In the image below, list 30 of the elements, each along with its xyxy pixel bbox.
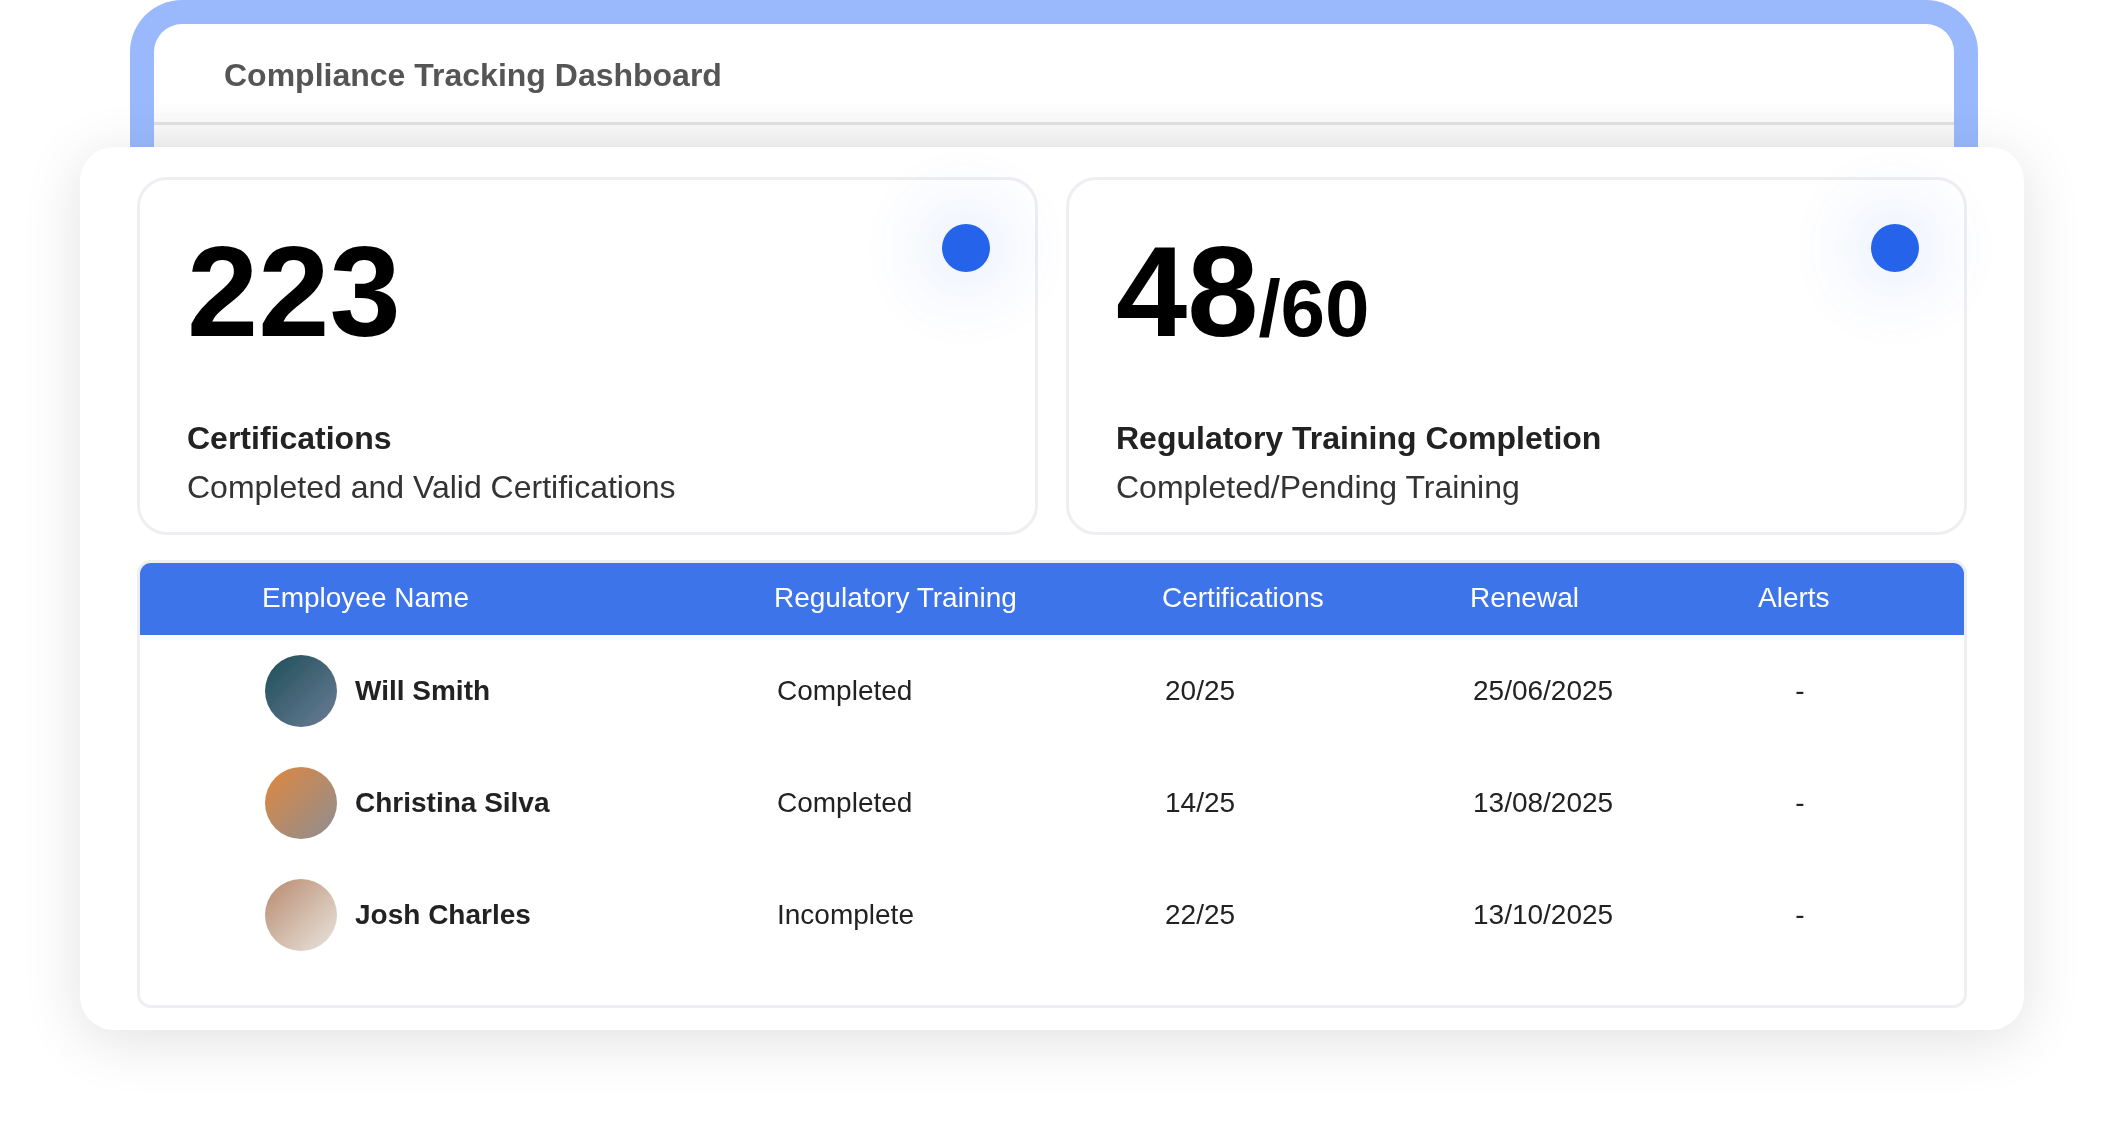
column-header: Renewal <box>1470 581 1580 614</box>
table-cell-text: - <box>1794 787 1806 819</box>
column-header: Regulatory Training <box>774 581 1018 614</box>
table-cell-text: - <box>1794 675 1806 707</box>
status-dot <box>1871 224 1919 272</box>
table-cell-text: - <box>1794 899 1806 931</box>
table-cell-text: 14/25 <box>1165 787 1237 819</box>
stat-value: 48 <box>1116 222 1259 362</box>
table-cell-text: 22/25 <box>1165 899 1237 931</box>
table-cell-text: 13/10/2025 <box>1473 899 1615 931</box>
stat-value: 223 <box>187 222 401 362</box>
column-header: Alerts <box>1758 581 1830 614</box>
table-cell-text: Incomplete <box>777 899 915 931</box>
table-cell-text: Completed <box>777 675 914 707</box>
employee-name: Will Smith <box>355 675 491 707</box>
status-dot <box>942 224 990 272</box>
table-cell-text: Completed <box>777 787 914 819</box>
window-title: Compliance Tracking Dashboard <box>223 56 722 94</box>
table-cell-text: 25/06/2025 <box>1473 675 1615 707</box>
employee-name: Josh Charles <box>355 899 531 931</box>
stat-total: /60 <box>1258 263 1370 355</box>
table-cell-text: 13/08/2025 <box>1473 787 1615 819</box>
column-header: Certifications <box>1162 581 1325 614</box>
stat-label: Regulatory Training Completion <box>1116 420 1602 457</box>
stat-description: Completed and Valid Certifications <box>187 469 676 506</box>
stat-description: Completed/Pending Training <box>1116 469 1520 506</box>
column-header: Employee Name <box>262 581 470 614</box>
table-cell-text: 20/25 <box>1165 675 1237 707</box>
stat-label: Certifications <box>187 420 392 457</box>
employee-name: Christina Silva <box>355 787 550 819</box>
